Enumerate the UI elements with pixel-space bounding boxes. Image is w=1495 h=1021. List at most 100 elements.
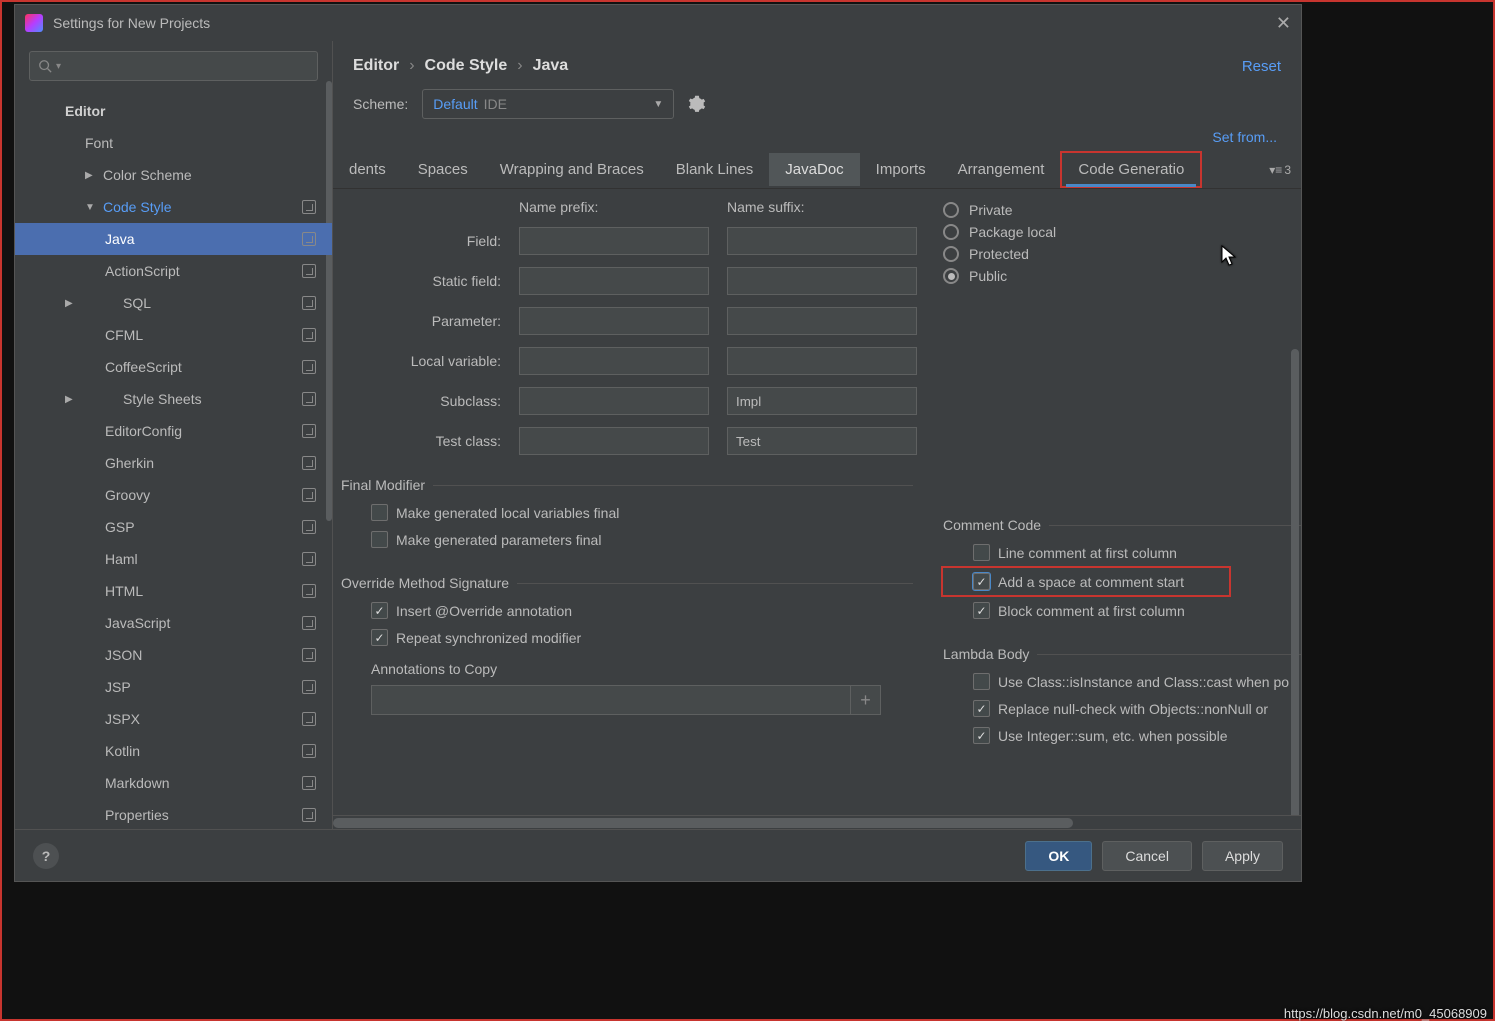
local-variable-suffix-input[interactable]	[727, 347, 917, 375]
subclass-suffix-input[interactable]	[727, 387, 917, 415]
set-from-link[interactable]: Set from...	[1212, 129, 1277, 145]
final-modifier-legend: Final Modifier	[341, 477, 433, 493]
tab-code-generation[interactable]: Code Generatio	[1060, 151, 1202, 188]
tree-editorconfig[interactable]: EditorConfig	[15, 415, 332, 447]
make-local-final-checkbox[interactable]: Make generated local variables final	[341, 499, 913, 526]
tab-wrapping[interactable]: Wrapping and Braces	[484, 153, 660, 186]
lambda-body-legend: Lambda Body	[943, 646, 1037, 662]
tree-properties[interactable]: Properties	[15, 799, 332, 829]
tree-javascript[interactable]: JavaScript	[15, 607, 332, 639]
search-input[interactable]: ▾	[29, 51, 318, 81]
scheme-icon	[302, 776, 316, 790]
static-field-suffix-input[interactable]	[727, 267, 917, 295]
cancel-button[interactable]: Cancel	[1102, 841, 1192, 871]
tree-markdown[interactable]: Markdown	[15, 767, 332, 799]
tree-editor[interactable]: Editor	[15, 95, 332, 127]
dialog-footer: ? OK Cancel Apply	[15, 829, 1301, 881]
chevron-down-icon: ▼	[85, 202, 95, 213]
ok-button[interactable]: OK	[1025, 841, 1092, 871]
field-suffix-input[interactable]	[727, 227, 917, 255]
horizontal-scrollbar[interactable]	[333, 815, 1301, 829]
scheme-icon	[302, 680, 316, 694]
tree-sql[interactable]: ▶SQL	[15, 287, 332, 319]
tab-indents[interactable]: dents	[333, 153, 402, 186]
replace-null-check-checkbox[interactable]: Replace null-check with Objects::nonNull…	[943, 695, 1301, 722]
tree-kotlin[interactable]: Kotlin	[15, 735, 332, 767]
chevron-right-icon: ▶	[85, 170, 93, 181]
repeat-synchronized-checkbox[interactable]: Repeat synchronized modifier	[341, 624, 913, 651]
tree-coffeescript[interactable]: CoffeeScript	[15, 351, 332, 383]
tab-overflow-menu[interactable]: ▾≡3	[1259, 163, 1301, 177]
tab-spaces[interactable]: Spaces	[402, 153, 484, 186]
tree-groovy[interactable]: Groovy	[15, 479, 332, 511]
chevron-down-icon: ▼	[653, 99, 663, 110]
scheme-icon	[302, 712, 316, 726]
visibility-protected[interactable]: Protected	[943, 243, 1301, 265]
tab-javadoc[interactable]: JavaDoc	[769, 153, 859, 186]
visibility-radios: Private Package local Protected Public	[943, 199, 1301, 287]
add-space-comment-start-checkbox[interactable]: Add a space at comment start	[941, 566, 1231, 597]
gear-icon[interactable]	[688, 95, 706, 113]
plus-icon[interactable]: +	[850, 686, 880, 714]
comment-code-group: Comment Code Line comment at first colum…	[943, 517, 1301, 624]
tree-java[interactable]: Java	[15, 223, 332, 255]
scheme-icon	[302, 488, 316, 502]
tree-gherkin[interactable]: Gherkin	[15, 447, 332, 479]
subclass-prefix-input[interactable]	[519, 387, 709, 415]
tree-color-scheme[interactable]: ▶Color Scheme	[15, 159, 332, 191]
parameter-prefix-input[interactable]	[519, 307, 709, 335]
tree-haml[interactable]: Haml	[15, 543, 332, 575]
use-integer-sum-checkbox[interactable]: Use Integer::sum, etc. when possible	[943, 722, 1301, 749]
chevron-right-icon: ▶	[65, 298, 73, 309]
naming-grid: Name prefix: Name suffix: Field: Static …	[341, 199, 913, 455]
line-comment-first-col-checkbox[interactable]: Line comment at first column	[943, 539, 1301, 566]
make-params-final-checkbox[interactable]: Make generated parameters final	[341, 526, 913, 553]
tree-gsp[interactable]: GSP	[15, 511, 332, 543]
apply-button[interactable]: Apply	[1202, 841, 1283, 871]
visibility-package-local[interactable]: Package local	[943, 221, 1301, 243]
titlebar: Settings for New Projects ✕	[15, 5, 1301, 41]
tab-blank-lines[interactable]: Blank Lines	[660, 153, 770, 186]
insert-override-checkbox[interactable]: Insert @Override annotation	[341, 597, 913, 624]
tab-arrangement[interactable]: Arrangement	[942, 153, 1061, 186]
crumb-editor[interactable]: Editor	[353, 57, 399, 75]
tree-actionscript[interactable]: ActionScript	[15, 255, 332, 287]
tree-code-style[interactable]: ▼Code Style	[15, 191, 332, 223]
scheme-name: Default	[433, 96, 477, 112]
local-variable-prefix-input[interactable]	[519, 347, 709, 375]
scheme-icon	[302, 264, 316, 278]
use-class-isinstance-checkbox[interactable]: Use Class::isInstance and Class::cast wh…	[943, 668, 1301, 695]
tree-style-sheets[interactable]: ▶Style Sheets	[15, 383, 332, 415]
scheme-icon	[302, 200, 316, 214]
tree-jsp[interactable]: JSP	[15, 671, 332, 703]
test-class-suffix-input[interactable]	[727, 427, 917, 455]
visibility-private[interactable]: Private	[943, 199, 1301, 221]
reset-link[interactable]: Reset	[1242, 58, 1281, 75]
vertical-scrollbar[interactable]	[1291, 349, 1299, 815]
visibility-public[interactable]: Public	[943, 265, 1301, 287]
scheme-icon	[302, 392, 316, 406]
tree-cfml[interactable]: CFML	[15, 319, 332, 351]
field-prefix-input[interactable]	[519, 227, 709, 255]
crumb-code-style[interactable]: Code Style	[425, 57, 508, 75]
tree-jspx[interactable]: JSPX	[15, 703, 332, 735]
scheme-icon	[302, 456, 316, 470]
local-variable-label: Local variable:	[341, 353, 501, 369]
final-modifier-group: Final Modifier Make generated local vari…	[341, 477, 913, 553]
parameter-suffix-input[interactable]	[727, 307, 917, 335]
tab-imports[interactable]: Imports	[860, 153, 942, 186]
tree-html[interactable]: HTML	[15, 575, 332, 607]
annotations-input[interactable]: +	[371, 685, 881, 715]
close-icon[interactable]: ✕	[1276, 13, 1291, 34]
block-comment-first-col-checkbox[interactable]: Block comment at first column	[943, 597, 1301, 624]
tree-font[interactable]: Font	[15, 127, 332, 159]
comment-code-legend: Comment Code	[943, 517, 1049, 533]
tree-json[interactable]: JSON	[15, 639, 332, 671]
window-title: Settings for New Projects	[53, 15, 210, 31]
main-panel: Editor › Code Style › Java Reset Scheme:…	[333, 41, 1301, 829]
code-style-tabs: dents Spaces Wrapping and Braces Blank L…	[333, 145, 1301, 189]
static-field-prefix-input[interactable]	[519, 267, 709, 295]
test-class-prefix-input[interactable]	[519, 427, 709, 455]
scheme-combo[interactable]: Default IDE ▼	[422, 89, 674, 119]
help-button[interactable]: ?	[33, 843, 59, 869]
